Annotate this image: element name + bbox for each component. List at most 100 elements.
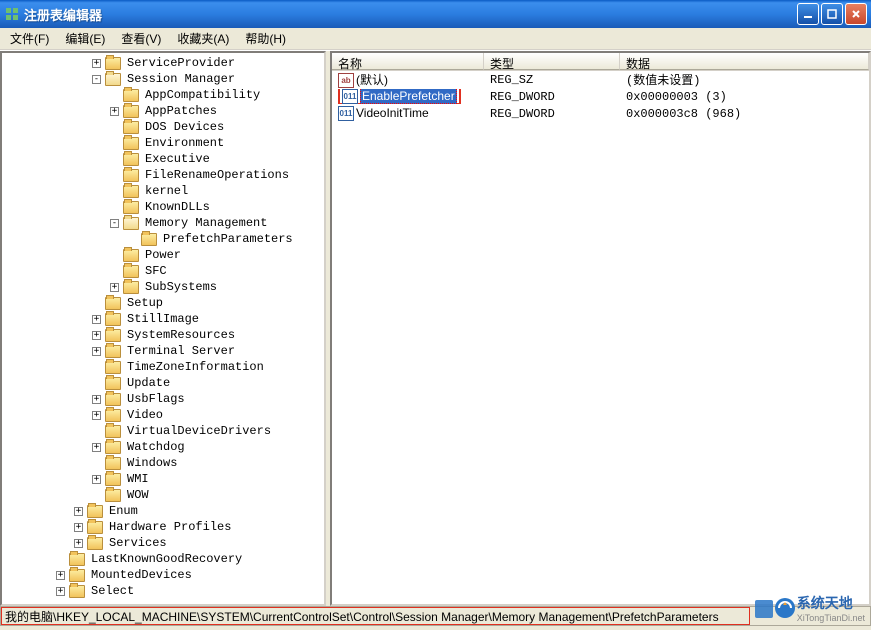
list-header: 名称 类型 数据 xyxy=(332,53,869,71)
folder-closed-icon xyxy=(123,185,139,198)
dword-value-icon: 011 xyxy=(342,89,358,104)
tree-toggle[interactable]: - xyxy=(110,219,119,228)
folder-closed-icon xyxy=(105,313,121,326)
close-button[interactable] xyxy=(845,3,867,25)
tree-node-setup[interactable]: Setup xyxy=(2,295,324,311)
tree-node-enum[interactable]: + Enum xyxy=(2,503,324,519)
tree-node-hardware-profiles[interactable]: +Hardware Profiles xyxy=(2,519,324,535)
tree-node-dos-devices[interactable]: DOS Devices xyxy=(2,119,324,135)
menubar: 文件(F) 编辑(E) 查看(V) 收藏夹(A) 帮助(H) xyxy=(0,28,871,50)
status-path: 我的电脑\HKEY_LOCAL_MACHINE\SYSTEM\CurrentCo… xyxy=(5,608,719,625)
tree-node-knowndlls[interactable]: KnownDLLs xyxy=(2,199,324,215)
folder-open-icon xyxy=(123,217,139,230)
tree-label: Memory Management xyxy=(143,216,269,230)
tree-label: Video xyxy=(125,408,165,422)
tree-node-filerenameoperations[interactable]: FileRenameOperations xyxy=(2,167,324,183)
cell-data: 0x00000003 (3) xyxy=(620,90,869,104)
tree-toggle[interactable]: + xyxy=(74,507,83,516)
tree-node-stillimage[interactable]: +StillImage xyxy=(2,311,324,327)
tree-node-virtualdevicedrivers[interactable]: VirtualDeviceDrivers xyxy=(2,423,324,439)
list-pane[interactable]: 名称 类型 数据 ab(默认)REG_SZ(数值未设置)011EnablePre… xyxy=(330,51,871,606)
tree-node-serviceprovider[interactable]: + ServiceProvider xyxy=(2,55,324,71)
tree-node-select[interactable]: +Select xyxy=(2,583,324,599)
menu-edit[interactable]: 编辑(E) xyxy=(57,28,113,49)
tree-toggle[interactable]: + xyxy=(92,395,101,404)
folder-closed-icon xyxy=(123,121,139,134)
tree-toggle[interactable]: + xyxy=(92,475,101,484)
tree-node-subsystems[interactable]: +SubSystems xyxy=(2,279,324,295)
tree-node-usbflags[interactable]: +UsbFlags xyxy=(2,391,324,407)
tree-node-terminal-server[interactable]: + Terminal Server xyxy=(2,343,324,359)
statusbar: 我的电脑\HKEY_LOCAL_MACHINE\SYSTEM\CurrentCo… xyxy=(0,606,871,626)
tree-node-video[interactable]: + Video xyxy=(2,407,324,423)
tree-node-appcompatibility[interactable]: AppCompatibility xyxy=(2,87,324,103)
header-data[interactable]: 数据 xyxy=(620,53,869,70)
tree-toggle[interactable]: + xyxy=(92,315,101,324)
tree-label: KnownDLLs xyxy=(143,200,212,214)
tree-label: SFC xyxy=(143,264,169,278)
folder-closed-icon xyxy=(87,521,103,534)
tree-node-systemresources[interactable]: +SystemResources xyxy=(2,327,324,343)
menu-favorites[interactable]: 收藏夹(A) xyxy=(169,28,237,49)
tree-node-wow[interactable]: WOW xyxy=(2,487,324,503)
tree-node-services[interactable]: + Services xyxy=(2,535,324,551)
menu-view[interactable]: 查看(V) xyxy=(113,28,169,49)
tree-node-update[interactable]: Update xyxy=(2,375,324,391)
tree-node-environment[interactable]: Environment xyxy=(2,135,324,151)
folder-closed-icon xyxy=(105,409,121,422)
tree-toggle[interactable]: + xyxy=(56,571,65,580)
tree-node-session-manager[interactable]: -Session Manager xyxy=(2,71,324,87)
menu-help[interactable]: 帮助(H) xyxy=(237,28,294,49)
list-row[interactable]: 011EnablePrefetcherREG_DWORD0x00000003 (… xyxy=(332,88,869,105)
tree-label: Terminal Server xyxy=(125,344,237,358)
tree-toggle[interactable]: + xyxy=(56,587,65,596)
tree-node-windows[interactable]: Windows xyxy=(2,455,324,471)
list-row[interactable]: ab(默认)REG_SZ(数值未设置) xyxy=(332,71,869,88)
tree-toggle[interactable]: + xyxy=(92,347,101,356)
menu-file[interactable]: 文件(F) xyxy=(2,28,57,49)
tree-node-executive[interactable]: Executive xyxy=(2,151,324,167)
tree-node-power[interactable]: Power xyxy=(2,247,324,263)
cell-data: (数值未设置) xyxy=(620,71,869,88)
tree-pane[interactable]: + ServiceProvider-Session ManagerAppCompa… xyxy=(0,51,326,606)
folder-closed-icon xyxy=(123,169,139,182)
cell-name: 011EnablePrefetcher xyxy=(332,89,484,104)
tree-toggle[interactable]: + xyxy=(74,523,83,532)
tree-label: MountedDevices xyxy=(89,568,194,582)
tree-toggle[interactable]: + xyxy=(92,59,101,68)
tree-node-watchdog[interactable]: +Watchdog xyxy=(2,439,324,455)
header-type[interactable]: 类型 xyxy=(484,53,620,70)
tree-label: PrefetchParameters xyxy=(161,232,295,246)
dword-value-icon: 011 xyxy=(338,106,354,121)
tree-toggle[interactable]: + xyxy=(74,539,83,548)
tree-node-prefetchparameters[interactable]: PrefetchParameters xyxy=(2,231,324,247)
maximize-button[interactable] xyxy=(821,3,843,25)
tree-toggle[interactable]: + xyxy=(92,331,101,340)
tree-toggle[interactable]: + xyxy=(92,443,101,452)
folder-closed-icon xyxy=(123,201,139,214)
tree-node-kernel[interactable]: kernel xyxy=(2,183,324,199)
tree-toggle[interactable]: + xyxy=(110,283,119,292)
tree-label: WMI xyxy=(125,472,151,486)
tree-node-lastknowngoodrecovery[interactable]: LastKnownGoodRecovery xyxy=(2,551,324,567)
tree-node-sfc[interactable]: SFC xyxy=(2,263,324,279)
tree-toggle[interactable]: + xyxy=(92,411,101,420)
tree-node-wmi[interactable]: + WMI xyxy=(2,471,324,487)
list-body: ab(默认)REG_SZ(数值未设置)011EnablePrefetcherRE… xyxy=(332,71,869,122)
tree-toggle[interactable]: + xyxy=(110,107,119,116)
tree-label: LastKnownGoodRecovery xyxy=(89,552,244,566)
folder-closed-icon xyxy=(105,329,121,342)
tree-node-mounteddevices[interactable]: + MountedDevices xyxy=(2,567,324,583)
tree-node-timezoneinformation[interactable]: TimeZoneInformation xyxy=(2,359,324,375)
tree-toggle[interactable]: - xyxy=(92,75,101,84)
list-row[interactable]: 011VideoInitTimeREG_DWORD0x000003c8 (968… xyxy=(332,105,869,122)
tree-label: Enum xyxy=(107,504,140,518)
tree-label: Services xyxy=(107,536,169,550)
folder-closed-icon xyxy=(105,457,121,470)
minimize-button[interactable] xyxy=(797,3,819,25)
header-name[interactable]: 名称 xyxy=(332,53,484,70)
tree-node-apppatches[interactable]: + AppPatches xyxy=(2,103,324,119)
tree-label: AppPatches xyxy=(143,104,219,118)
tree-label: ServiceProvider xyxy=(125,56,237,70)
tree-node-memory-management[interactable]: - Memory Management xyxy=(2,215,324,231)
